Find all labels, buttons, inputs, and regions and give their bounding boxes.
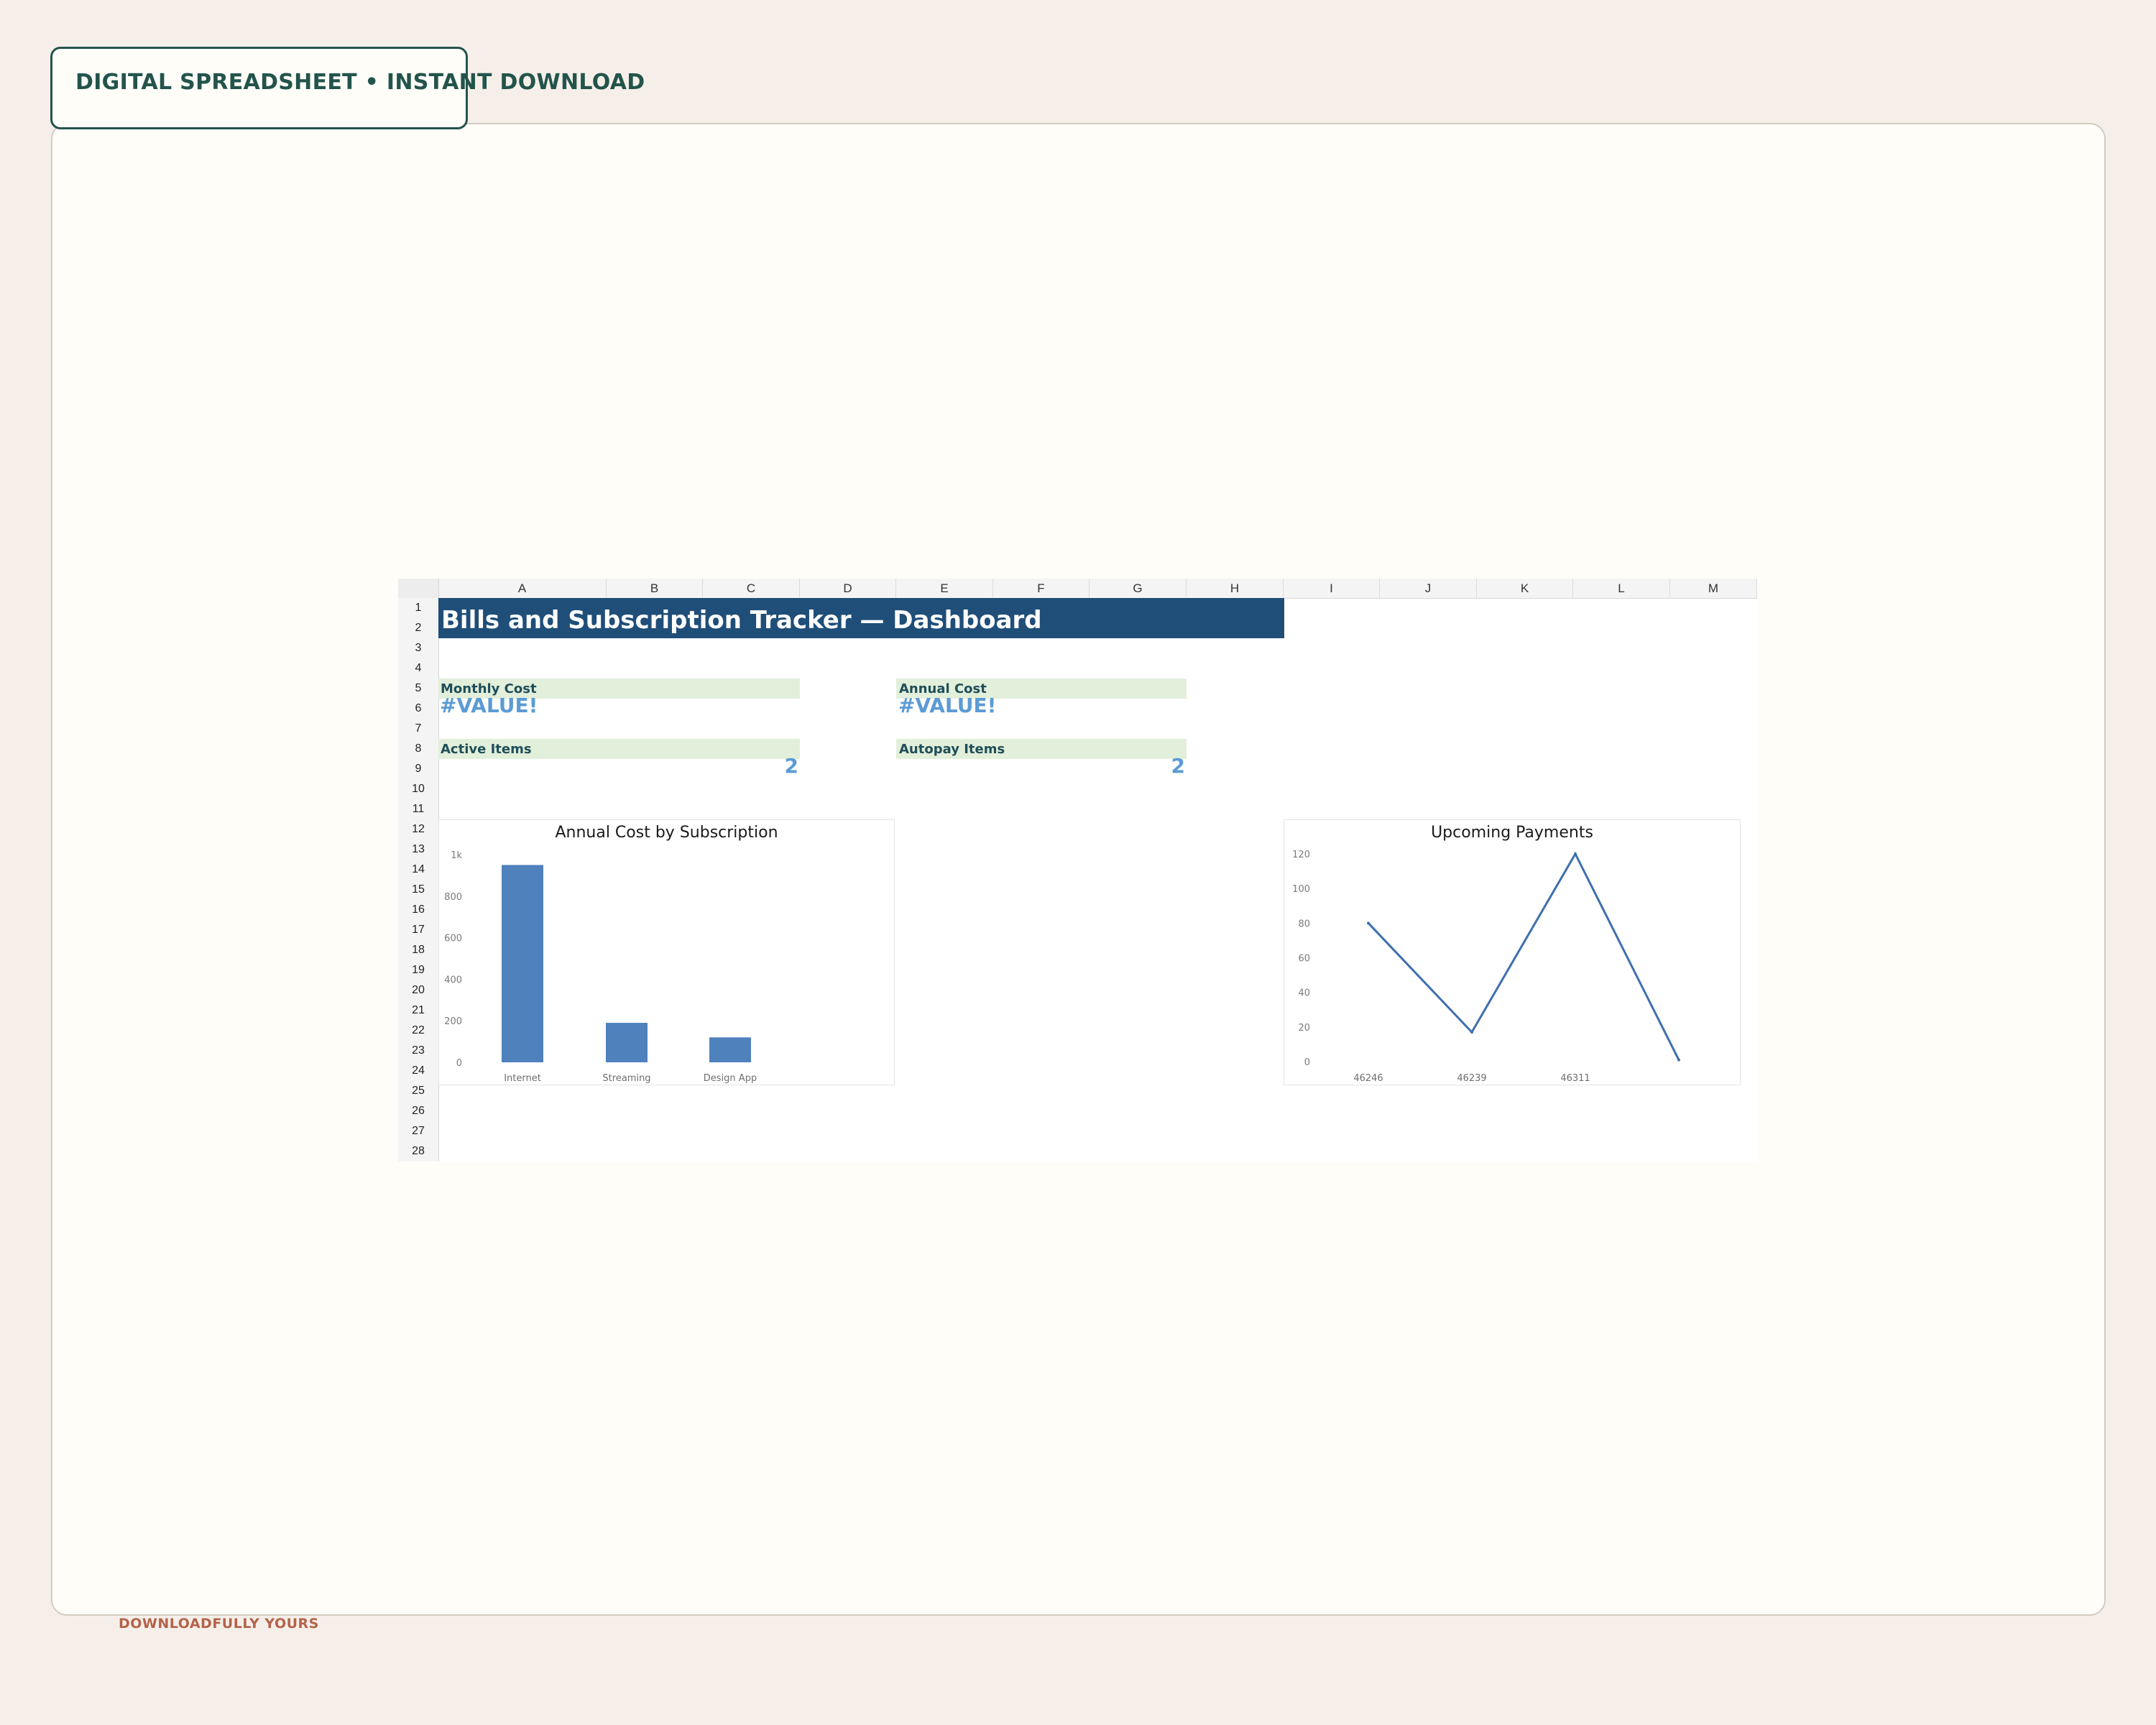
column-header-c[interactable]: C bbox=[703, 579, 800, 598]
row-header[interactable]: 24 bbox=[398, 1061, 438, 1081]
bar-y-tick-label: 400 bbox=[444, 975, 462, 985]
upcoming-payments-line-chart[interactable]: Upcoming Payments 0 20 40 60 80 100 120 46246 46… bbox=[1284, 819, 1741, 1085]
row-header[interactable]: 28 bbox=[398, 1141, 438, 1162]
column-headers: A B C D E F G H I J K L M bbox=[398, 579, 1757, 599]
row-header[interactable]: 22 bbox=[398, 1021, 438, 1041]
line-y-tick-label: 60 bbox=[1298, 954, 1310, 965]
row-header[interactable]: 15 bbox=[398, 880, 438, 900]
line-chart-canvas: 0 20 40 60 80 100 120 46246 46239 46311 bbox=[1292, 850, 1680, 1084]
line-x-tick-label: 46246 bbox=[1353, 1073, 1383, 1084]
footer-brand: DOWNLOADFULLY YOURS bbox=[119, 1616, 319, 1632]
row-header[interactable]: 11 bbox=[398, 799, 438, 819]
line-y-tick-label: 40 bbox=[1298, 988, 1310, 999]
page-root: DIGITAL SPREADSHEET • INSTANT DOWNLOAD A… bbox=[0, 0, 2156, 1725]
column-header-a[interactable]: A bbox=[438, 579, 607, 598]
bar-chart-canvas: 0 200 400 600 800 1k Internet Streaming Design A… bbox=[444, 850, 757, 1084]
payment-point[interactable] bbox=[1470, 1031, 1473, 1034]
column-header-l[interactable]: L bbox=[1573, 579, 1670, 598]
row-header[interactable]: 5 bbox=[398, 678, 438, 699]
row-header[interactable]: 1 bbox=[398, 598, 438, 618]
bar-y-tick-label: 0 bbox=[456, 1058, 462, 1069]
payment-point[interactable] bbox=[1574, 852, 1577, 855]
bar-y-tick-label: 200 bbox=[444, 1016, 462, 1027]
row-header[interactable]: 10 bbox=[398, 779, 438, 799]
column-header-m[interactable]: M bbox=[1670, 579, 1757, 598]
line-x-tick-label: 46311 bbox=[1560, 1073, 1590, 1084]
row-header[interactable]: 18 bbox=[398, 940, 438, 960]
spreadsheet-preview: A B C D E F G H I J K L M 1 2 3 4 5 6 7 … bbox=[398, 579, 1757, 1162]
column-header-i[interactable]: I bbox=[1284, 579, 1380, 598]
row-headers: 1 2 3 4 5 6 7 8 9 10 11 12 13 14 15 16 1… bbox=[398, 598, 439, 1162]
column-header-b[interactable]: B bbox=[607, 579, 703, 598]
monthly-cost-value[interactable]: #VALUE! bbox=[440, 694, 538, 717]
bar-internet[interactable] bbox=[502, 865, 543, 1062]
column-header-e[interactable]: E bbox=[896, 579, 993, 598]
bar-streaming[interactable] bbox=[606, 1023, 648, 1062]
row-header[interactable]: 4 bbox=[398, 658, 438, 678]
row-header[interactable]: 8 bbox=[398, 739, 438, 759]
line-y-tick-label: 80 bbox=[1298, 919, 1310, 929]
line-y-tick-label: 0 bbox=[1304, 1057, 1310, 1068]
line-x-tick-label: 46239 bbox=[1457, 1073, 1486, 1084]
bar-x-tick-label: Streaming bbox=[602, 1073, 650, 1084]
bar-x-tick-label: Design App bbox=[704, 1073, 757, 1084]
row-header[interactable]: 13 bbox=[398, 840, 438, 860]
select-all-corner[interactable] bbox=[398, 579, 439, 598]
line-y-tick-label: 100 bbox=[1292, 884, 1310, 895]
payments-line[interactable] bbox=[1367, 851, 1680, 1061]
row-header[interactable]: 14 bbox=[398, 860, 438, 880]
active-items-label: Active Items bbox=[441, 742, 532, 757]
annual-cost-value[interactable]: #VALUE! bbox=[898, 694, 996, 717]
payment-point[interactable] bbox=[1677, 1058, 1680, 1062]
column-header-j[interactable]: J bbox=[1380, 579, 1477, 598]
download-badge-text: DIGITAL SPREADSHEET • INSTANT DOWNLOAD bbox=[75, 70, 645, 95]
row-header[interactable]: 20 bbox=[398, 980, 438, 1000]
row-header[interactable]: 12 bbox=[398, 819, 438, 840]
row-header[interactable]: 25 bbox=[398, 1081, 438, 1101]
bar-y-tick-label: 800 bbox=[444, 892, 462, 903]
row-header[interactable]: 27 bbox=[398, 1121, 438, 1141]
row-header[interactable]: 3 bbox=[398, 638, 438, 658]
bar-x-tick-label: Internet bbox=[504, 1073, 541, 1084]
bar-design-app[interactable] bbox=[709, 1037, 751, 1062]
active-items-value[interactable]: 2 bbox=[686, 754, 798, 778]
row-header[interactable]: 26 bbox=[398, 1101, 438, 1121]
row-header[interactable]: 16 bbox=[398, 900, 438, 920]
column-header-d[interactable]: D bbox=[800, 579, 896, 598]
bar-y-tick-label: 600 bbox=[444, 934, 462, 944]
row-header[interactable]: 23 bbox=[398, 1041, 438, 1061]
row-header[interactable]: 21 bbox=[398, 1000, 438, 1021]
row-header[interactable]: 7 bbox=[398, 719, 438, 739]
row-header[interactable]: 9 bbox=[398, 759, 438, 779]
bar-y-tick-label: 1k bbox=[451, 850, 462, 861]
column-header-h[interactable]: H bbox=[1187, 579, 1284, 598]
line-y-tick-label: 20 bbox=[1298, 1023, 1310, 1034]
autopay-items-label: Autopay Items bbox=[899, 742, 1005, 757]
dashboard-title: Bills and Subscription Tracker — Dashboa… bbox=[441, 606, 1042, 635]
column-header-g[interactable]: G bbox=[1089, 579, 1187, 598]
row-header[interactable]: 17 bbox=[398, 920, 438, 940]
row-header[interactable]: 6 bbox=[398, 699, 438, 719]
line-y-tick-label: 120 bbox=[1292, 850, 1310, 860]
annual-cost-bar-chart[interactable]: Annual Cost by Subscription 0 200 400 600 80… bbox=[438, 819, 895, 1085]
row-header[interactable]: 19 bbox=[398, 960, 438, 980]
column-header-k[interactable]: K bbox=[1477, 579, 1573, 598]
row-header[interactable]: 2 bbox=[398, 618, 438, 638]
column-header-f[interactable]: F bbox=[993, 579, 1089, 598]
autopay-items-value[interactable]: 2 bbox=[1074, 754, 1185, 778]
payment-point[interactable] bbox=[1367, 921, 1370, 925]
